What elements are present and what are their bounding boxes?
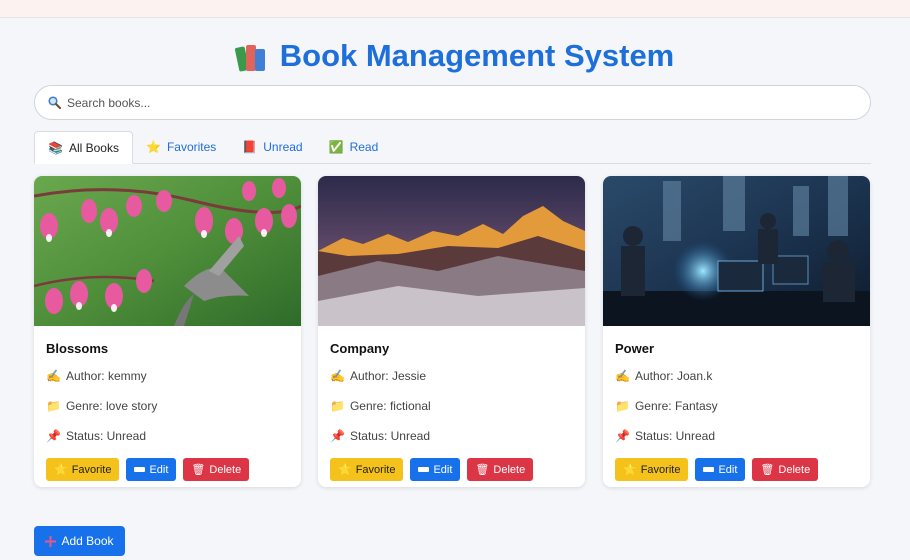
book-genre: 📁 Genre: Fantasy xyxy=(615,397,858,415)
add-book-label: Add Book xyxy=(61,534,114,548)
author-text: Author: Jessie xyxy=(349,369,426,383)
trash-icon: 🗑 xyxy=(191,464,206,476)
book-cover-image xyxy=(34,176,301,326)
book-genre: 📁 Genre: love story xyxy=(46,397,289,415)
delete-button[interactable]: 🗑 Delete xyxy=(752,458,819,481)
tab-favorites[interactable]: ⭐ Favorites xyxy=(133,131,229,163)
filter-tabs: 📚 All Books ⭐ Favorites 📕 Unread ✅ Read xyxy=(34,131,871,164)
trash-icon: 🗑 xyxy=(475,464,490,476)
add-book-button[interactable]: Add Book xyxy=(34,526,125,556)
tab-label: Favorites xyxy=(166,140,217,154)
favorite-button[interactable]: ⭐ Favorite xyxy=(46,458,120,481)
genre-text: Genre: fictional xyxy=(349,399,431,413)
card-actions: ⭐ Favorite Edit 🗑 Delete xyxy=(330,458,573,481)
tab-all-books[interactable]: 📚 All Books xyxy=(34,131,133,164)
search-bar xyxy=(34,85,871,120)
books-icon xyxy=(234,41,268,72)
book-title: Power xyxy=(615,341,655,356)
favorite-label: Favorite xyxy=(355,463,396,476)
book-cover-image xyxy=(603,176,870,326)
edit-button[interactable]: Edit xyxy=(695,458,746,481)
search-input[interactable] xyxy=(67,95,847,110)
delete-label: Delete xyxy=(778,463,811,476)
book-author: ✍️ Author: kemmy xyxy=(46,367,289,385)
book-card: Blossoms ✍️ Author: kemmy 📁 Genre: love … xyxy=(34,176,301,487)
book-status: 📌 Status: Unread xyxy=(330,427,573,445)
star-icon: ⭐ xyxy=(623,464,637,476)
top-band xyxy=(0,0,910,18)
tab-unread[interactable]: 📕 Unread xyxy=(229,131,315,163)
folder-icon: 📁 xyxy=(615,399,630,413)
book-author: ✍️ Author: Joan.k xyxy=(615,367,858,385)
tab-label: All Books xyxy=(68,140,119,155)
delete-button[interactable]: 🗑 Delete xyxy=(467,458,534,481)
favorite-button[interactable]: ⭐ Favorite xyxy=(615,458,689,481)
author-text: Author: kemmy xyxy=(65,369,147,383)
favorite-label: Favorite xyxy=(71,463,112,476)
edit-button[interactable]: Edit xyxy=(410,458,461,481)
folder-icon: 📁 xyxy=(46,399,61,413)
author-text: Author: Joan.k xyxy=(634,369,713,383)
tab-label: Unread xyxy=(263,140,303,154)
edit-button[interactable]: Edit xyxy=(126,458,177,481)
book-status: 📌 Status: Unread xyxy=(46,427,289,445)
favorite-button[interactable]: ⭐ Favorite xyxy=(330,458,404,481)
writing-hand-icon: ✍️ xyxy=(330,369,345,383)
card-actions: ⭐ Favorite Edit 🗑 Delete xyxy=(46,458,289,481)
tab-read[interactable]: ✅ Read xyxy=(316,131,392,163)
writing-hand-icon: ✍️ xyxy=(615,369,630,383)
status-text: Status: Unread xyxy=(349,429,430,443)
card-actions: ⭐ Favorite Edit 🗑 Delete xyxy=(615,458,858,481)
book-author: ✍️ Author: Jessie xyxy=(330,367,573,385)
pushpin-icon: 📌 xyxy=(615,429,630,443)
writing-hand-icon: ✍️ xyxy=(46,369,61,383)
pushpin-icon: 📌 xyxy=(330,429,345,443)
trash-icon: 🗑 xyxy=(760,464,775,476)
status-text: Status: Unread xyxy=(634,429,715,443)
page-title: Book Management System xyxy=(0,38,910,74)
book-genre: 📁 Genre: fictional xyxy=(330,397,573,415)
folder-icon: 📁 xyxy=(330,399,345,413)
status-text: Status: Unread xyxy=(65,429,146,443)
genre-text: Genre: Fantasy xyxy=(634,399,718,413)
pencil-icon xyxy=(418,467,430,472)
genre-text: Genre: love story xyxy=(65,399,158,413)
page-title-text: Book Management System xyxy=(279,38,675,73)
pencil-icon xyxy=(703,467,715,472)
star-icon: ⭐ xyxy=(338,464,352,476)
edit-label: Edit xyxy=(718,463,738,476)
check-icon: ✅ xyxy=(328,140,344,154)
delete-label: Delete xyxy=(493,463,526,476)
edit-label: Edit xyxy=(433,463,453,476)
book-title: Company xyxy=(330,341,390,356)
pushpin-icon: 📌 xyxy=(46,429,61,443)
closed-book-icon: 📕 xyxy=(242,140,258,154)
pencil-icon xyxy=(134,467,146,472)
book-card: Company ✍️ Author: Jessie 📁 Genre: ficti… xyxy=(318,176,585,487)
star-icon: ⭐ xyxy=(54,464,68,476)
favorite-label: Favorite xyxy=(640,463,681,476)
book-title: Blossoms xyxy=(46,341,109,356)
magnifier-icon xyxy=(48,96,61,109)
delete-label: Delete xyxy=(209,463,242,476)
book-cover-image xyxy=(318,176,585,326)
edit-label: Edit xyxy=(149,463,169,476)
star-icon: ⭐ xyxy=(145,140,161,154)
book-card: Power ✍️ Author: Joan.k 📁 Genre: Fantasy… xyxy=(603,176,870,487)
book-status: 📌 Status: Unread xyxy=(615,427,858,445)
plus-icon xyxy=(45,535,57,547)
delete-button[interactable]: 🗑 Delete xyxy=(183,458,250,481)
books-tab-icon: 📚 xyxy=(48,140,63,155)
tab-label: Read xyxy=(349,140,379,154)
